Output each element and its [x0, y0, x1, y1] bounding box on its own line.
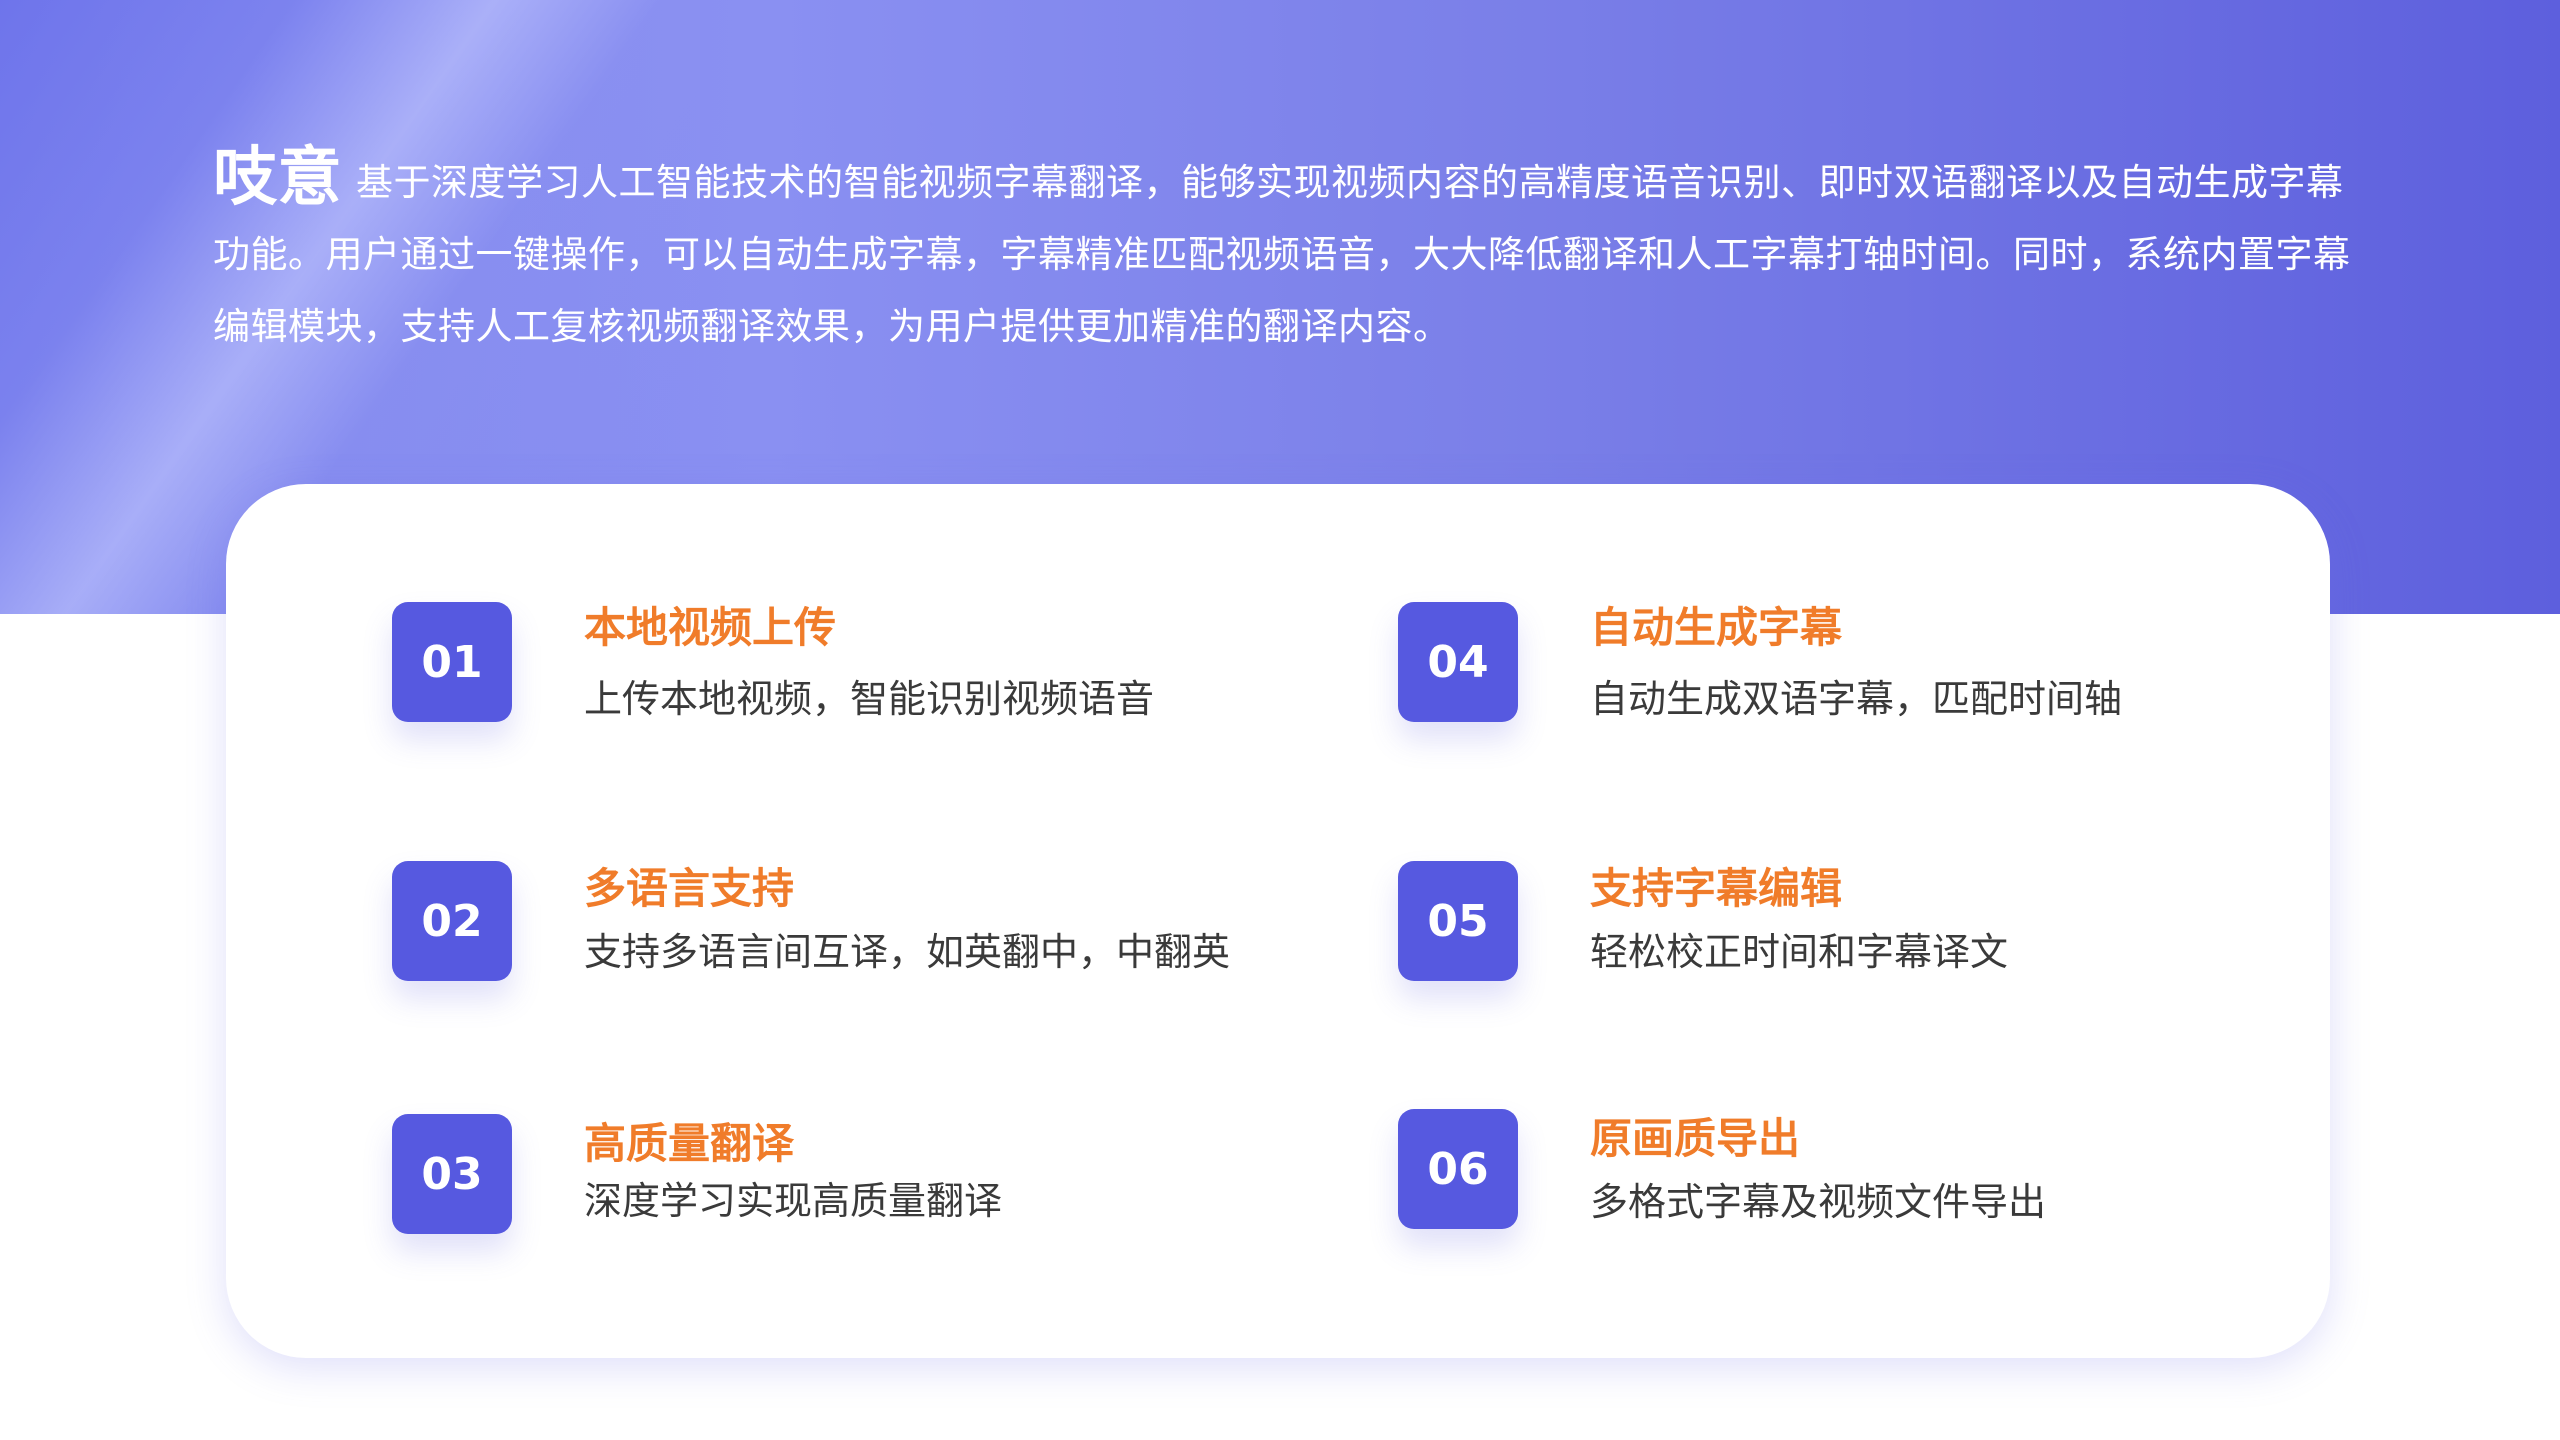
page: 吱意 基于深度学习人工智能技术的智能视频字幕翻译，能够实现视频内容的高精度语音识别…	[0, 0, 2560, 1440]
feature-description: 多格式字幕及视频文件导出	[1590, 1180, 2047, 1224]
feature-description: 自动生成双语字幕，匹配时间轴	[1590, 677, 2123, 721]
feature-number-badge: 01	[392, 602, 512, 722]
intro-text: 基于深度学习人工智能技术的智能视频字幕翻译，能够实现视频内容的高精度语音识别、即…	[213, 161, 2351, 348]
feature-number-badge: 06	[1398, 1109, 1518, 1229]
feature-description: 上传本地视频，智能识别视频语音	[584, 677, 1155, 721]
feature-card: 01 本地视频上传 上传本地视频，智能识别视频语音 02 多语言支持 支持多语言…	[226, 484, 2330, 1358]
feature-title: 多语言支持	[584, 864, 795, 913]
feature-title: 支持字幕编辑	[1590, 864, 1843, 913]
feature-description: 支持多语言间互译，如英翻中，中翻英	[584, 930, 1231, 974]
feature-number-badge: 04	[1398, 602, 1518, 722]
intro-paragraph: 吱意 基于深度学习人工智能技术的智能视频字幕翻译，能够实现视频内容的高精度语音识别…	[213, 142, 2353, 363]
feature-number-badge: 02	[392, 861, 512, 981]
feature-description: 轻松校正时间和字幕译文	[1590, 930, 2009, 974]
feature-number-badge: 03	[392, 1114, 512, 1234]
feature-number-badge: 05	[1398, 861, 1518, 981]
feature-description: 深度学习实现高质量翻译	[584, 1179, 1003, 1223]
feature-title: 高质量翻译	[584, 1119, 795, 1168]
brand-name: 吱意	[213, 141, 342, 215]
feature-title: 原画质导出	[1590, 1114, 1801, 1163]
feature-title: 自动生成字幕	[1590, 603, 1843, 652]
feature-title: 本地视频上传	[584, 603, 837, 652]
